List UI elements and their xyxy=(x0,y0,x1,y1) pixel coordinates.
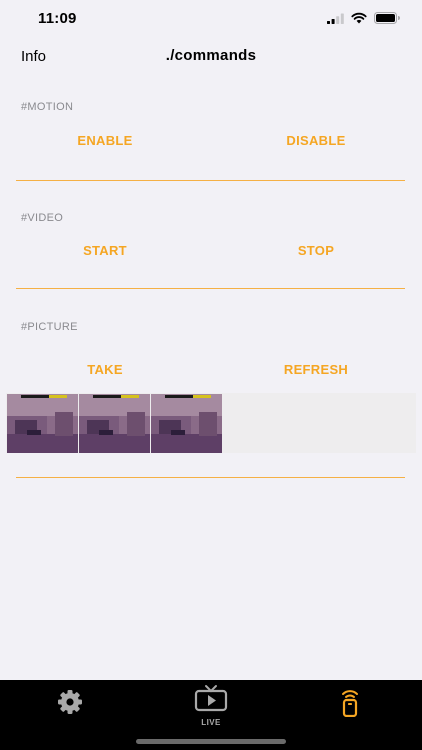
start-video-button[interactable]: START xyxy=(5,243,205,258)
enable-motion-button[interactable]: ENABLE xyxy=(5,133,205,148)
tab-label-live: LIVE xyxy=(201,717,221,727)
section-header-picture: #PICTURE xyxy=(21,321,78,333)
motion-divider xyxy=(16,180,405,181)
section-header-motion: #MOTION xyxy=(21,101,74,113)
home-indicator xyxy=(136,739,286,744)
take-picture-button[interactable]: TAKE xyxy=(5,362,205,377)
tv-icon xyxy=(194,684,228,717)
stop-video-button[interactable]: STOP xyxy=(216,243,416,258)
tab-commands[interactable] xyxy=(300,680,400,730)
tab-settings[interactable] xyxy=(20,680,120,730)
info-button[interactable]: Info xyxy=(21,48,46,65)
gear-icon xyxy=(55,687,85,722)
remote-icon xyxy=(338,687,362,722)
refresh-pictures-button[interactable]: REFRESH xyxy=(216,362,416,377)
tab-live[interactable]: LIVE xyxy=(161,680,261,730)
wifi-icon xyxy=(351,11,367,29)
navigation-bar: ./commands Info xyxy=(0,40,422,72)
section-header-video: #VIDEO xyxy=(21,212,64,224)
page-title: ./commands xyxy=(165,47,257,64)
battery-icon xyxy=(374,11,400,29)
picture-divider xyxy=(16,477,405,478)
picture-thumbnail[interactable] xyxy=(7,394,78,453)
picture-thumbnail-strip[interactable] xyxy=(6,393,416,453)
status-bar: 11:09 xyxy=(0,0,422,40)
tab-bar: LIVE xyxy=(0,680,422,750)
picture-thumbnail[interactable] xyxy=(79,394,150,453)
status-icons xyxy=(327,11,400,29)
status-time: 11:09 xyxy=(38,10,77,27)
video-divider xyxy=(16,288,405,289)
disable-motion-button[interactable]: DISABLE xyxy=(216,133,416,148)
signal-icon xyxy=(327,11,344,29)
picture-thumbnail[interactable] xyxy=(151,394,222,453)
